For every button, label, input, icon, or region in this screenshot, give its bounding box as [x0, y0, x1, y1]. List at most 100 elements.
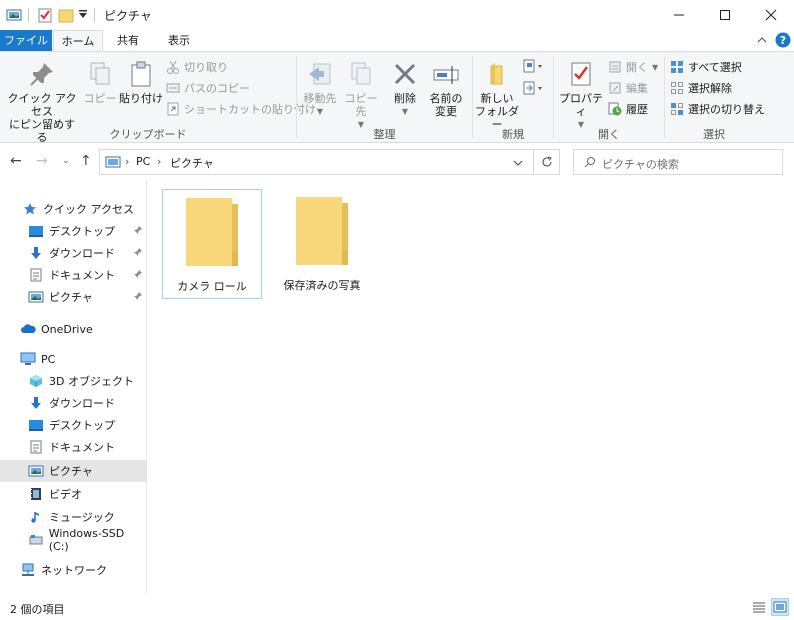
- paste-button[interactable]: 貼り付け: [118, 56, 164, 105]
- nav-pc[interactable]: PC: [0, 348, 146, 370]
- recent-locations-chevron-icon[interactable]: ⌄: [62, 156, 70, 166]
- properties-button[interactable]: プロパティ ▼: [558, 56, 604, 131]
- forward-arrow-icon[interactable]: →: [36, 153, 48, 169]
- pin-icon[interactable]: [133, 225, 143, 238]
- new-item-icon[interactable]: [522, 58, 544, 77]
- customize-quick-access-icon[interactable]: [78, 9, 88, 22]
- 3d-objects-icon: [28, 373, 44, 389]
- address-history-chevron-icon[interactable]: [513, 158, 523, 171]
- nav-quick-documents[interactable]: ドキュメント: [0, 264, 146, 286]
- download-icon: [28, 395, 44, 411]
- delete-button[interactable]: 削除 ▼: [386, 56, 424, 118]
- folder-tile-saved-pictures[interactable]: 保存済みの写真: [272, 189, 372, 299]
- window-title: ピクチャ: [104, 9, 152, 23]
- desktop-icon: [28, 223, 44, 239]
- nav-pc-drive-c[interactable]: Windows-SSD (C:): [0, 527, 146, 553]
- copy-to-button[interactable]: コピー先 ▼: [340, 56, 382, 131]
- large-icons-view-button[interactable]: [771, 598, 789, 616]
- back-arrow-icon[interactable]: ←: [10, 153, 22, 169]
- easy-access-icon[interactable]: [522, 80, 544, 99]
- details-view-button[interactable]: [750, 598, 768, 616]
- help-icon[interactable]: ?: [775, 32, 791, 51]
- group-label-organize: 整理: [373, 128, 396, 141]
- maximize-icon: [720, 10, 730, 20]
- move-to-button[interactable]: 移動先 ▼: [300, 56, 340, 118]
- maximize-button[interactable]: [702, 0, 748, 30]
- ribbon-tabs: ファイル ホーム 共有 表示 ?: [0, 30, 794, 52]
- address-bar[interactable]: › PC › ピクチャ: [99, 149, 534, 175]
- edit-icon: [609, 82, 621, 94]
- scissors-icon: [167, 60, 179, 74]
- nav-quick-desktop[interactable]: デスクトップ: [0, 220, 146, 242]
- search-placeholder: ピクチャの検索: [602, 158, 679, 171]
- breadcrumb-pc[interactable]: PC: [136, 155, 150, 168]
- nav-quick-downloads[interactable]: ダウンロード: [0, 242, 146, 264]
- properties-quick-icon[interactable]: [38, 7, 52, 26]
- paste-shortcut-button[interactable]: ショートカットの貼り付け: [166, 100, 316, 118]
- move-to-icon: [309, 63, 331, 85]
- nav-pc-documents[interactable]: ドキュメント: [0, 436, 146, 458]
- new-folder-quick-icon[interactable]: [58, 7, 74, 26]
- tab-file[interactable]: ファイル: [0, 30, 52, 52]
- navigation-pane: クイック アクセス デスクトップ ダウンロード ドキュメント ピクチャ OneD…: [0, 181, 147, 593]
- folder-name: カメラ ロール: [177, 280, 247, 293]
- history-button[interactable]: 履歴: [608, 100, 648, 118]
- folder-name: 保存済みの写真: [283, 279, 361, 292]
- computer-icon: [20, 351, 36, 367]
- pin-icon[interactable]: [133, 269, 143, 282]
- rename-button[interactable]: 名前の 変更: [424, 56, 468, 118]
- close-button[interactable]: [748, 0, 794, 30]
- pin-icon: [30, 63, 53, 86]
- address-pictures-icon: [105, 155, 121, 172]
- breadcrumb-separator[interactable]: ›: [157, 155, 161, 168]
- nav-3d-objects[interactable]: 3D オブジェクト: [0, 370, 146, 392]
- window-pictures-icon[interactable]: [6, 7, 22, 26]
- close-icon: [765, 9, 777, 21]
- desktop-icon: [28, 417, 44, 433]
- folder-tile-camera-roll[interactable]: カメラ ロール: [162, 189, 262, 299]
- tab-view[interactable]: 表示: [153, 30, 205, 52]
- select-none-button[interactable]: 選択解除: [670, 79, 732, 97]
- up-arrow-icon[interactable]: ↑: [80, 153, 92, 169]
- new-folder-button[interactable]: 新しい フォルダー: [474, 56, 520, 131]
- details-view-icon: [753, 602, 765, 613]
- nav-quick-access[interactable]: クイック アクセス: [0, 198, 146, 220]
- nav-pc-videos[interactable]: ビデオ: [0, 483, 146, 505]
- invert-selection-button[interactable]: 選択の切り替え: [670, 100, 765, 118]
- invert-selection-icon: [671, 103, 683, 115]
- group-label-clipboard: クリップボード: [109, 128, 187, 141]
- copy-to-icon: [351, 62, 371, 85]
- nav-pc-downloads[interactable]: ダウンロード: [0, 392, 146, 414]
- group-label-open: 開く: [598, 128, 620, 141]
- search-input[interactable]: ピクチャの検索: [573, 149, 783, 175]
- pictures-icon: [28, 463, 44, 479]
- nav-network[interactable]: ネットワーク: [0, 559, 146, 581]
- nav-onedrive[interactable]: OneDrive: [0, 318, 146, 340]
- file-view[interactable]: カメラ ロール 保存済みの写真: [148, 181, 794, 593]
- nav-quick-pictures[interactable]: ピクチャ: [0, 286, 146, 308]
- nav-pc-pictures[interactable]: ピクチャ: [0, 460, 146, 482]
- edit-button[interactable]: 編集: [608, 79, 648, 97]
- minimize-button[interactable]: [656, 0, 702, 30]
- copy-button[interactable]: コピー: [82, 56, 118, 105]
- pin-icon[interactable]: [133, 291, 143, 304]
- open-button[interactable]: 開く ▼: [608, 58, 658, 76]
- rename-icon: [433, 66, 459, 84]
- select-all-button[interactable]: すべて選択: [670, 58, 742, 76]
- paste-icon: [131, 61, 151, 87]
- nav-pc-desktop[interactable]: デスクトップ: [0, 414, 146, 436]
- breadcrumb-pictures[interactable]: ピクチャ: [170, 155, 214, 171]
- nav-pc-music[interactable]: ミュージック: [0, 506, 146, 528]
- copy-path-icon: [166, 83, 180, 93]
- group-label-select: 選択: [703, 128, 725, 141]
- refresh-button[interactable]: [534, 149, 560, 175]
- copy-path-button[interactable]: パスのコピー: [166, 79, 250, 97]
- folder-icon: [296, 197, 348, 265]
- ribbon-expand-icon[interactable]: [756, 34, 768, 49]
- tab-home[interactable]: ホーム: [53, 30, 103, 52]
- pin-icon[interactable]: [133, 247, 143, 260]
- breadcrumb-separator[interactable]: ›: [125, 155, 129, 168]
- navigation-row: ← → ⌄ ↑ › PC › ピクチャ ピクチャの検索: [0, 143, 794, 181]
- cut-button[interactable]: 切り取り: [166, 58, 228, 76]
- tab-share[interactable]: 共有: [103, 30, 153, 52]
